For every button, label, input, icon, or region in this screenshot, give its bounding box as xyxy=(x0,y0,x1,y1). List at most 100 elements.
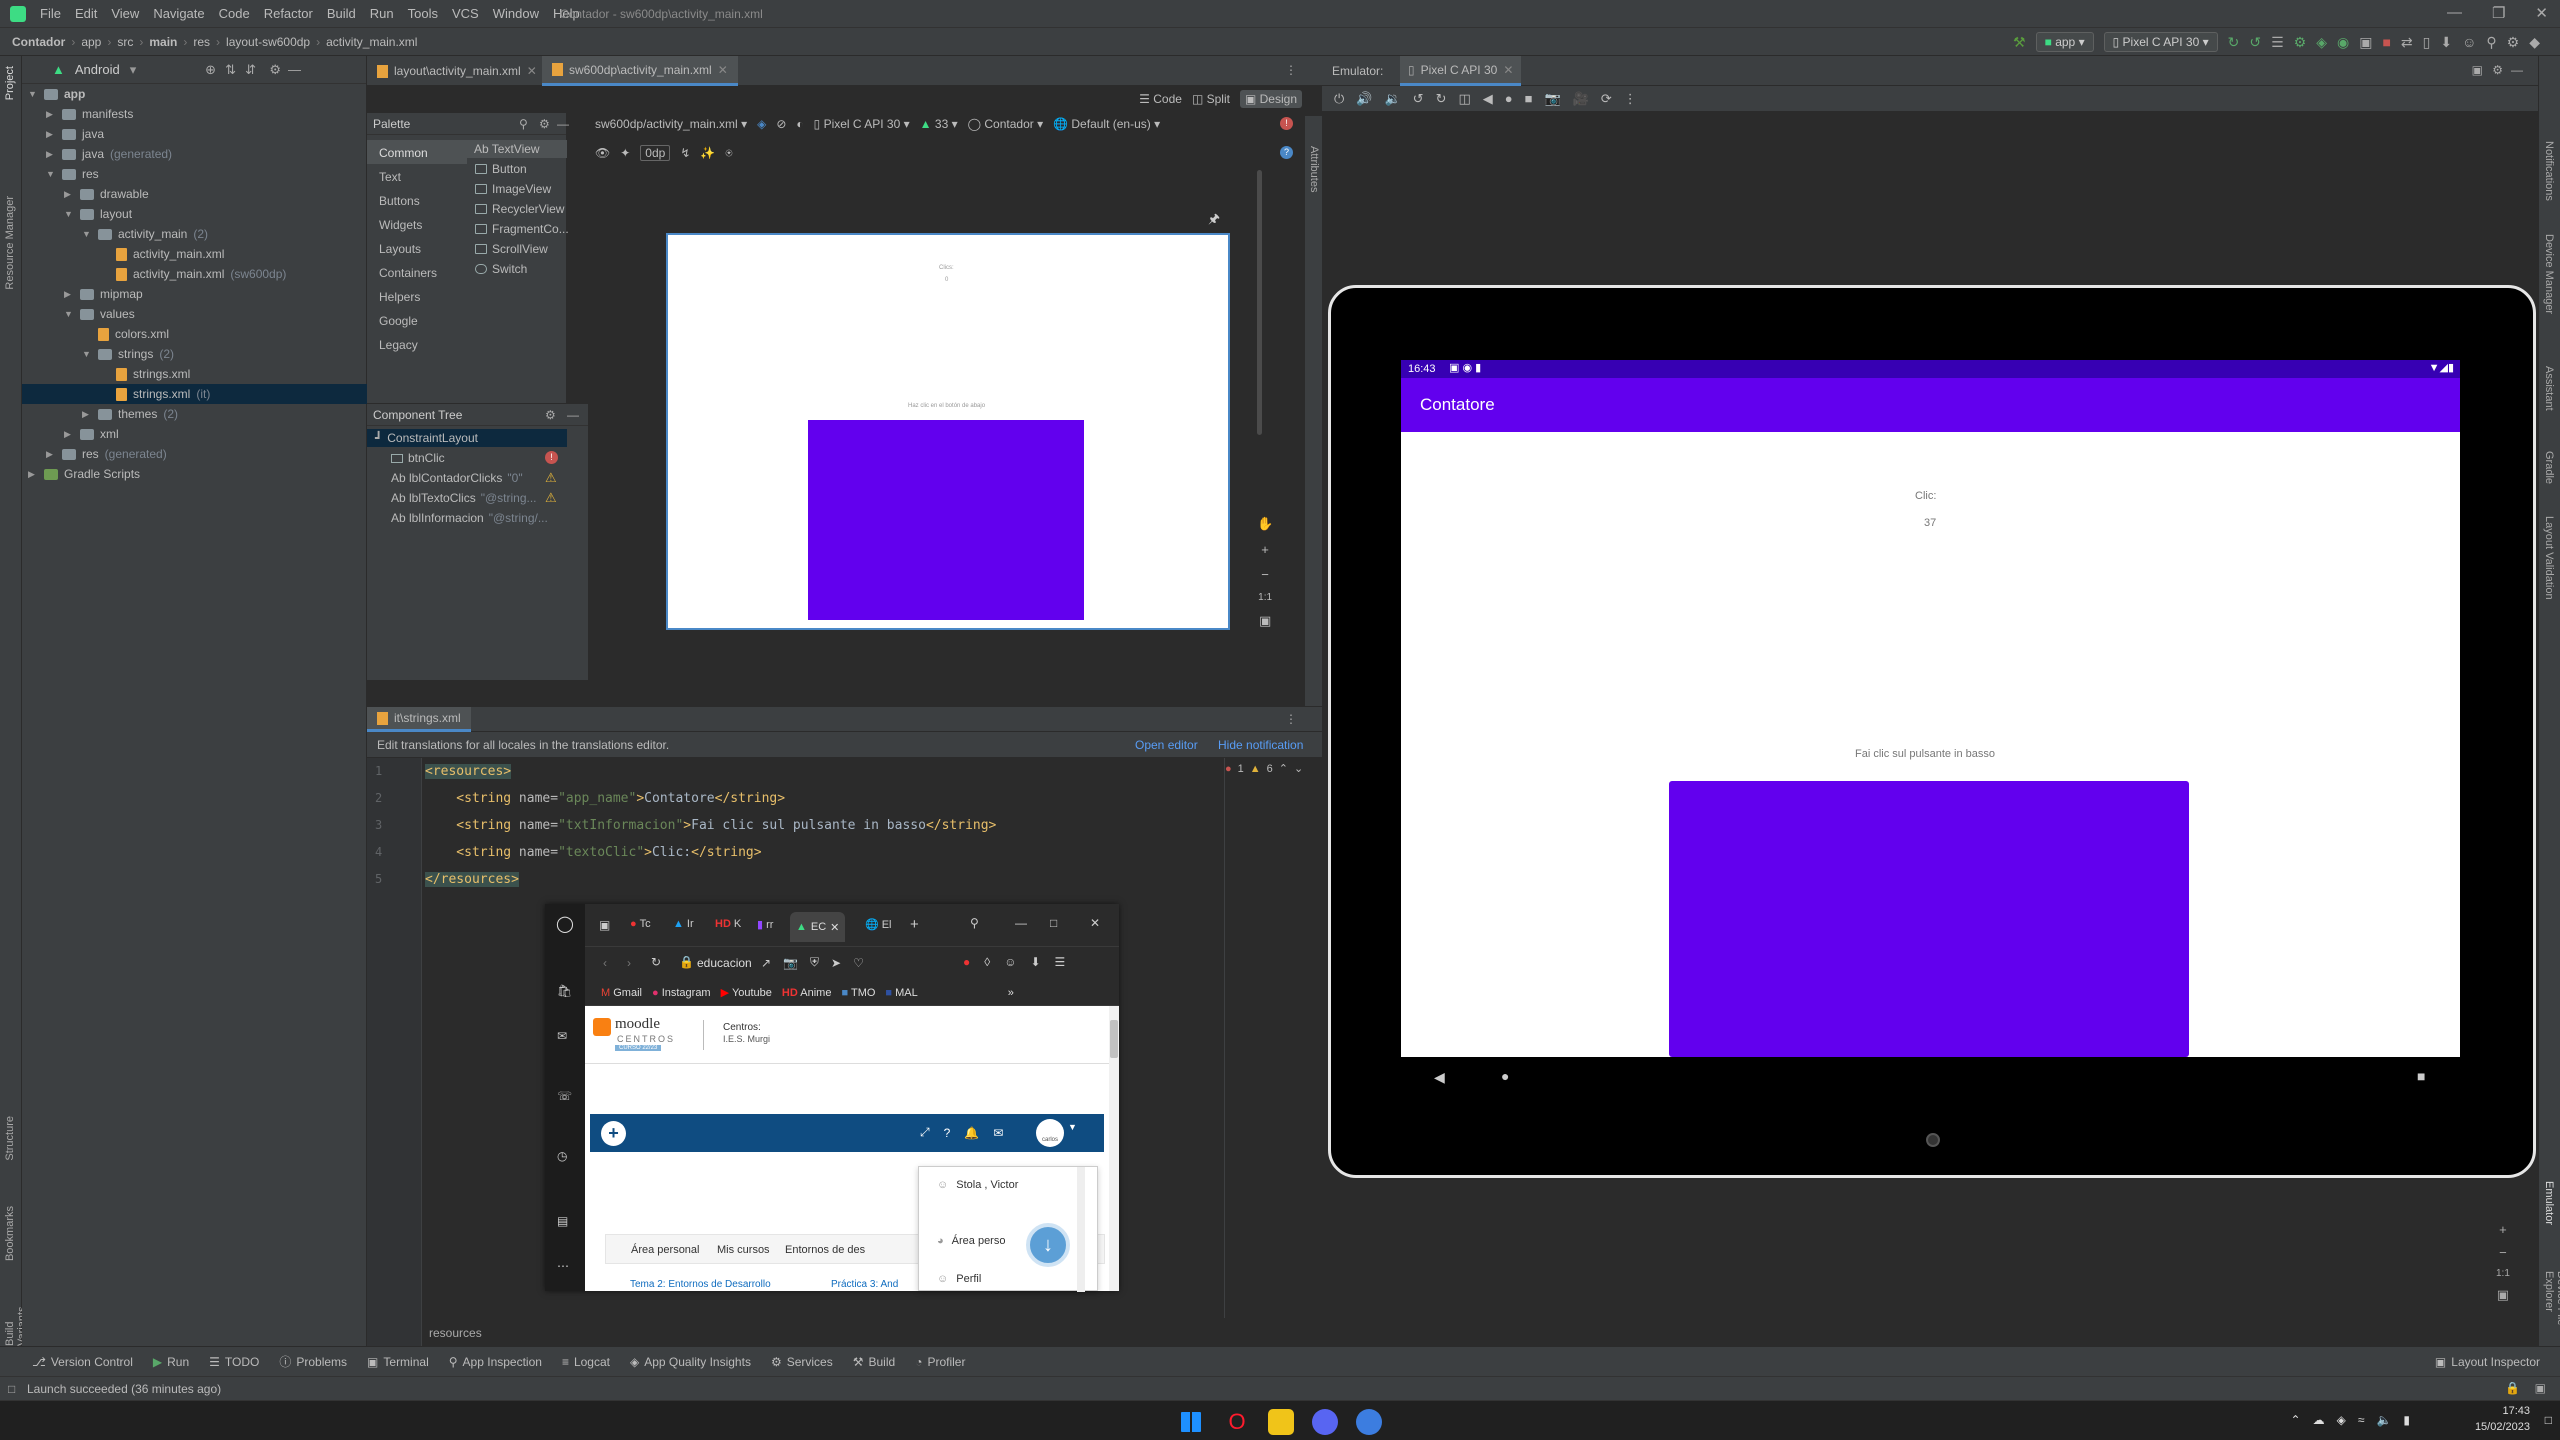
emulator-tool-tab[interactable]: Emulator xyxy=(2543,1181,2555,1225)
cube-icon[interactable]: ◊ xyxy=(984,955,990,969)
project-tree-item[interactable]: activity_main.xml (sw600dp) xyxy=(100,264,286,284)
onedrive-icon[interactable]: ☁ xyxy=(2313,1413,2325,1427)
mail-icon[interactable]: ✉ xyxy=(993,1126,1003,1140)
snapshot-icon[interactable]: ⟳ xyxy=(1601,91,1612,107)
zoom-out-icon[interactable]: − xyxy=(2499,1245,2507,1260)
nav-back-icon[interactable]: ◀ xyxy=(1434,1069,1445,1086)
browser-tab[interactable]: ● Tc xyxy=(630,918,651,930)
editor-breadcrumb[interactable]: resources xyxy=(429,1326,482,1340)
emulator-settings-icon[interactable]: ⚙ xyxy=(2492,63,2503,77)
bookmark-gmail[interactable]: M Gmail xyxy=(601,987,642,999)
zoom-in-icon[interactable]: + xyxy=(1261,542,1269,557)
palette-category[interactable]: Widgets xyxy=(379,218,422,232)
chevron-down-icon[interactable]: ▼ xyxy=(28,89,38,99)
project-tree-item[interactable]: ▶ themes (2) xyxy=(82,404,178,424)
browser-tab[interactable]: 🌐 El xyxy=(865,918,891,932)
more-icon[interactable]: ⋮ xyxy=(1624,91,1637,107)
next-problem-icon[interactable]: ⌄ xyxy=(1294,762,1303,775)
expand-all-icon[interactable]: ⇅ xyxy=(225,62,236,78)
browser-tab[interactable]: ▮ rr xyxy=(757,918,773,932)
help-icon[interactable]: ? xyxy=(944,1126,951,1140)
run-icon[interactable]: ↻ xyxy=(2228,34,2240,51)
share-icon[interactable]: ↗ xyxy=(761,956,771,970)
bookmarks-tool-tab[interactable]: Bookmarks xyxy=(4,1206,16,1261)
project-tree-item[interactable]: ▶ mipmap xyxy=(64,284,143,304)
project-tree-item[interactable]: ▶ java xyxy=(46,124,104,144)
open-editor-link[interactable]: Open editor xyxy=(1135,738,1198,752)
profile-icon[interactable]: ◈ xyxy=(2316,34,2327,51)
project-tree-item[interactable]: colors.xml xyxy=(82,324,169,344)
discord-icon[interactable] xyxy=(1312,1409,1338,1435)
notification-center-icon[interactable]: □ xyxy=(2545,1413,2552,1427)
breadcrumb-item[interactable]: main xyxy=(149,35,177,49)
palette-category[interactable]: Google xyxy=(379,314,418,328)
menu-code[interactable]: Code xyxy=(219,6,250,21)
chevron-right-icon[interactable]: ▶ xyxy=(82,409,92,420)
screenshot-icon[interactable]: 📷 xyxy=(1545,91,1561,107)
clock-time[interactable]: 17:43 xyxy=(2502,1405,2530,1417)
palette-item-switch[interactable]: Switch xyxy=(475,262,527,276)
more-tabs-icon[interactable]: ⋮ xyxy=(1285,63,1297,77)
camera-icon[interactable]: 📷 xyxy=(783,956,798,970)
prev-problem-icon[interactable]: ⌃ xyxy=(1279,762,1288,775)
nav-tab-mis-cursos[interactable]: Mis cursos xyxy=(717,1244,770,1256)
terminal-tool[interactable]: ▣ Terminal xyxy=(367,1355,429,1369)
back-icon[interactable]: ‹ xyxy=(603,956,607,970)
project-tree-item[interactable]: ▼ strings (2) xyxy=(82,344,174,364)
menu-tools[interactable]: Tools xyxy=(408,6,438,21)
sync-icon[interactable]: ⇄ xyxy=(2401,34,2413,51)
bookmark-mal[interactable]: ■ MAL xyxy=(885,987,917,999)
stop-icon[interactable]: ■ xyxy=(2382,34,2390,50)
project-tree-item[interactable]: ▼ app xyxy=(28,84,85,104)
project-tree-item[interactable]: ▼ values xyxy=(64,304,135,324)
download-icon[interactable]: ↓ xyxy=(1026,1223,1070,1267)
project-tree-item[interactable]: ▶ java (generated) xyxy=(46,144,172,164)
project-view-select[interactable]: Android xyxy=(75,62,120,77)
autoconnect-icon[interactable]: ✦ xyxy=(620,146,630,160)
bell-icon[interactable]: 🔔 xyxy=(964,1126,979,1140)
android-studio-taskbar-icon[interactable] xyxy=(1356,1409,1382,1435)
component-lbltextoclics[interactable]: Ab lblTextoClics "@string... xyxy=(391,491,537,505)
chevron-right-icon[interactable]: ▶ xyxy=(46,149,56,160)
tray-chevron-icon[interactable]: ⌃ xyxy=(2291,1413,2301,1427)
dropdown-item-user[interactable]: ☺ Stola , Victor xyxy=(937,1179,1018,1191)
breadcrumb-item[interactable]: src xyxy=(117,35,133,49)
chevron-down-icon[interactable]: ▼ xyxy=(64,309,74,319)
palette-item-fragment[interactable]: FragmentCo... xyxy=(475,222,569,236)
clock-date[interactable]: 15/02/2023 xyxy=(2475,1421,2530,1433)
tree-hide-icon[interactable]: — xyxy=(567,408,579,422)
zoom-out-icon[interactable]: − xyxy=(1261,567,1269,582)
volume-icon[interactable]: 🔈 xyxy=(2376,1413,2391,1427)
menu-file[interactable]: File xyxy=(40,6,61,21)
code-line[interactable]: </resources> xyxy=(425,872,519,887)
night-mode-icon[interactable]: ◐ xyxy=(796,117,803,131)
app-quality-insights-tool[interactable]: ◈ App Quality Insights xyxy=(630,1355,751,1369)
close-tab-icon[interactable]: ✕ xyxy=(830,921,839,934)
logcat-tool[interactable]: ≡ Logcat xyxy=(562,1355,610,1369)
code-line[interactable]: <resources> xyxy=(425,764,512,779)
gpu-icon[interactable]: ◈ xyxy=(2337,1413,2346,1427)
sidebar-whatsapp-icon[interactable]: ☏ xyxy=(557,1089,572,1103)
nav-recents-icon[interactable]: ■ xyxy=(2417,1068,2425,1084)
chevron-right-icon[interactable]: ▶ xyxy=(46,449,56,460)
locale-select[interactable]: 🌐 Default (en-us) ▾ xyxy=(1053,117,1160,131)
browser-tab[interactable]: ▲ Ir xyxy=(673,918,694,930)
zoom-fit-icon[interactable]: ▣ xyxy=(2497,1287,2509,1303)
chevron-down-icon[interactable]: ▼ xyxy=(82,229,92,239)
search-icon[interactable]: ⚲ xyxy=(2486,34,2496,51)
app-inspection-tool[interactable]: ⚲ App Inspection xyxy=(449,1355,542,1369)
pin-icon[interactable]: 🖈 xyxy=(1208,210,1220,232)
palette-category[interactable]: Text xyxy=(379,170,401,184)
palette-settings-icon[interactable]: ⚙ xyxy=(539,117,550,131)
menu-run[interactable]: Run xyxy=(370,6,394,21)
chevron-right-icon[interactable]: ▶ xyxy=(64,189,74,200)
notifications-tool-tab[interactable]: Notifications xyxy=(2543,141,2555,201)
project-tree-item[interactable]: ▶ drawable xyxy=(64,184,149,204)
nav-tab-entornos[interactable]: Entornos de des xyxy=(785,1244,865,1256)
theme-select[interactable]: ◯ Contador ▾ xyxy=(968,117,1044,131)
expand-icon[interactable]: ⤢ xyxy=(920,1125,930,1140)
volume-up-icon[interactable]: 🔊 xyxy=(1356,91,1372,107)
file-select[interactable]: sw600dp/activity_main.xml ▾ xyxy=(595,117,747,131)
layout-preview[interactable]: Clics: 0 Haz clic en el botón de abajo xyxy=(666,233,1230,630)
breadcrumb-item[interactable]: res xyxy=(193,35,210,49)
